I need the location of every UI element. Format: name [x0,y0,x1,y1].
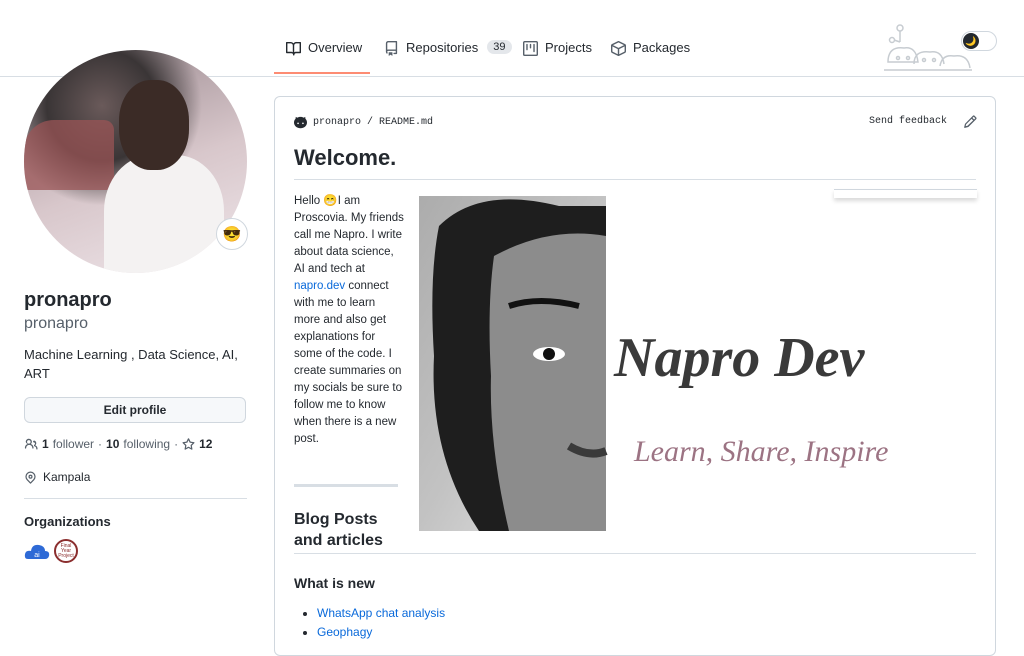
post-link[interactable]: Geophagy [317,625,372,639]
divider [294,484,398,487]
location: Kampala [24,470,90,484]
book-icon [286,41,301,56]
tab-label: Projects [545,40,592,55]
banner-title: Napro Dev [613,327,866,389]
org1-text: ai [34,552,40,559]
edit-profile-button[interactable]: Edit profile [24,397,246,423]
avatar-background-car [24,120,114,190]
posts-list: WhatsApp chat analysis Geophagy [300,604,445,642]
followers-label[interactable]: follower [53,437,94,451]
status-badge[interactable]: 😎 [216,218,248,250]
post-link[interactable]: WhatsApp chat analysis [317,606,445,620]
readme-intro: Hello 😁I am Proscovia. My friends call m… [294,193,404,448]
divider [24,498,247,499]
blog-posts-heading: Blog Posts and articles [294,511,383,549]
profile-bio: Machine Learning , Data Science, AI, ART [24,347,238,381]
tab-label: Overview [308,40,363,55]
tab-projects[interactable]: Projects [523,40,592,74]
face-shape [489,233,606,531]
theme-toggle[interactable]: 🌙 [961,31,997,51]
banner-tagline: Learn, Share, Inspire [633,435,888,468]
org-avatar-ai[interactable]: ai [24,541,50,563]
project-icon [523,41,538,56]
tab-label: Packages [633,40,691,55]
following-count[interactable]: 10 [106,437,119,451]
stars-count[interactable]: 12 [199,437,212,451]
org-avatar-final-year-project[interactable]: Final Year Project [54,539,78,563]
separator: · [98,437,103,451]
avatar[interactable] [24,50,247,273]
send-feedback-link[interactable]: Send feedback [869,116,947,127]
tab-packages[interactable]: Packages [611,40,690,74]
list-item: Geophagy [317,623,445,642]
divider [294,553,976,554]
followers-count[interactable]: 1 [42,437,49,451]
location-text: Kampala [43,470,91,484]
divider [294,179,976,180]
separator: · [174,437,179,451]
napro-dev-link[interactable]: napro.dev [294,280,345,292]
intro-text-cont: connect with me to learn more and also g… [294,280,403,445]
path-separator: / [367,117,374,128]
readme-filename[interactable]: README.md [379,117,433,128]
readme-path: pronapro / README.md [294,116,433,129]
star-icon [182,437,195,450]
tab-repositories[interactable]: Repositories 39 [384,40,512,74]
mark-github-icon [294,116,307,129]
napro-dev-banner[interactable]: Napro Dev Learn, Share, Inspire [419,196,939,531]
follow-stats: 1 follower · 10 following · 12 [24,437,212,451]
profile-login: pronapro [24,315,89,332]
avatar-face [119,80,189,170]
profile-name: pronapro [24,289,112,311]
tab-label: Repositories [406,40,479,55]
pencil-icon[interactable] [963,115,977,129]
people-icon [24,438,38,450]
avatar-body [104,155,224,273]
location-icon [25,471,36,484]
tab-overview[interactable]: Overview [274,40,370,74]
package-icon [611,41,626,56]
repo-icon [385,41,398,56]
repo-count-badge: 39 [487,40,512,54]
readme-owner[interactable]: pronapro [313,117,361,128]
list-item: WhatsApp chat analysis [317,604,445,623]
intro-text: Hello 😁I am Proscovia. My friends call m… [294,195,404,275]
following-label[interactable]: following [123,437,170,451]
octocat-illustration [884,24,972,71]
readme-heading: Welcome. [294,145,397,170]
whats-new-heading: What is new [294,575,375,591]
organizations-title: Organizations [24,514,111,529]
moon-icon: 🌙 [963,33,979,49]
